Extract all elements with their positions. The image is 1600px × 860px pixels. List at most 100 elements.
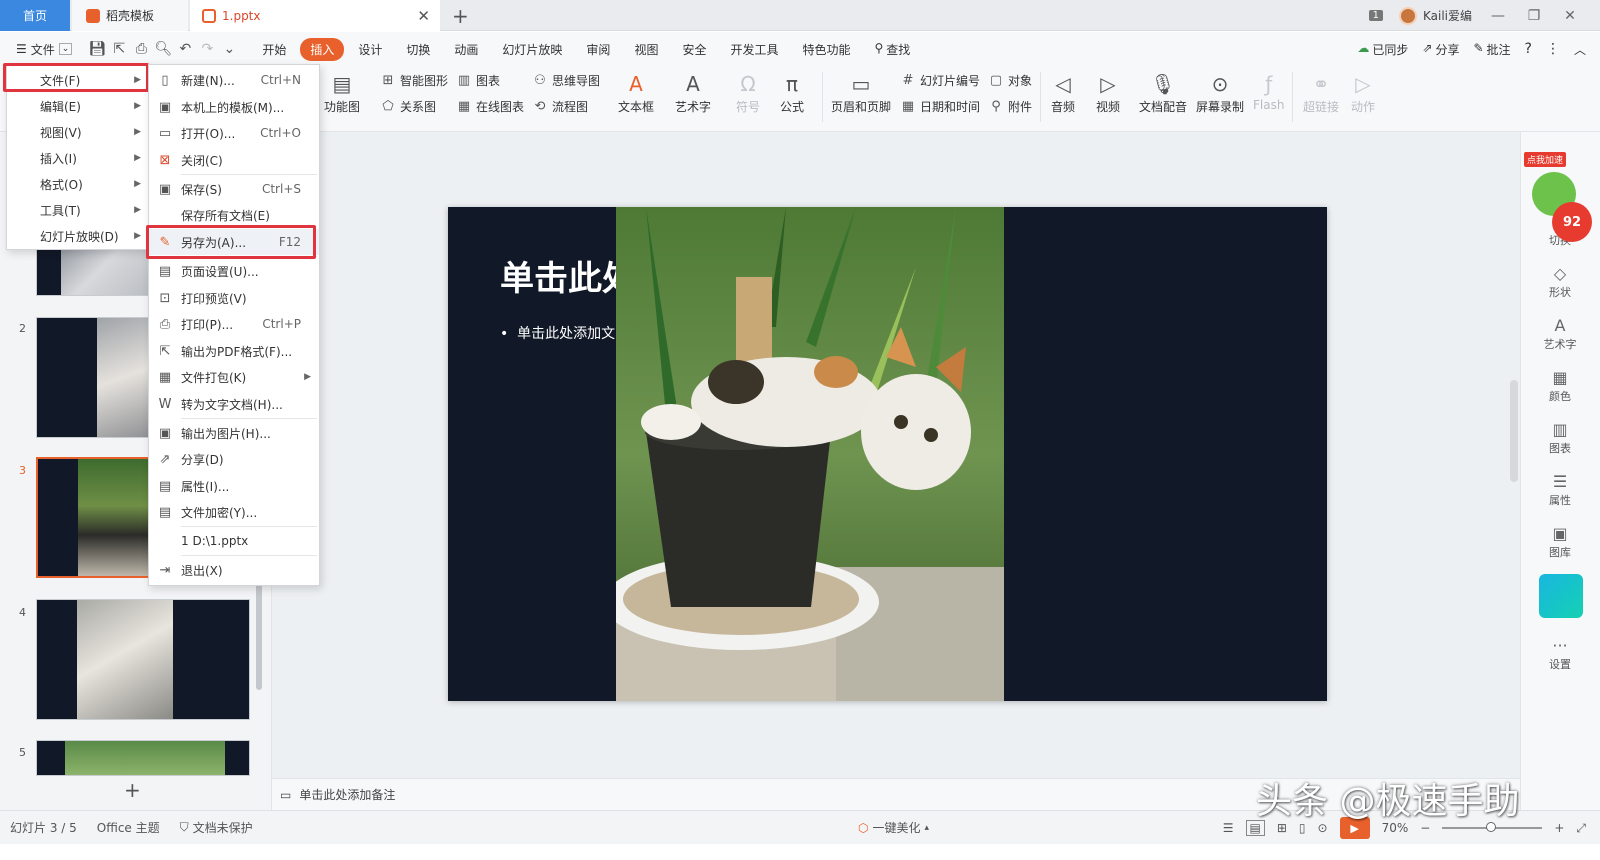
tab-start[interactable]: 开始 xyxy=(252,38,296,61)
menu-item-edit[interactable]: 编辑(E) ▶ xyxy=(7,93,149,119)
redo-icon[interactable]: ↷ xyxy=(196,41,218,57)
attachment-button[interactable]: ⚲ 附件 xyxy=(988,98,1032,115)
online-chart-button[interactable]: ▦ 在线图表 xyxy=(456,98,524,115)
restore-icon[interactable]: ❐ xyxy=(1524,8,1544,24)
thumbnail-scrollbar[interactable] xyxy=(256,580,262,690)
submenu-page-setup[interactable]: ▤ 页面设置(U)... xyxy=(149,258,319,284)
chart-button[interactable]: ▥ 图表 xyxy=(456,72,500,89)
submenu-local-template[interactable]: ▣ 本机上的模板(M)... xyxy=(149,94,319,120)
audio-button[interactable]: ◁ 音频 xyxy=(1049,70,1077,115)
submenu-export-image[interactable]: ▣ 输出为图片(H)... xyxy=(149,420,319,446)
comment-button[interactable]: ✎ 批注 xyxy=(1473,41,1510,58)
submenu-new[interactable]: ▯ 新建(N)... Ctrl+N xyxy=(149,67,319,93)
zoom-in-icon[interactable]: + xyxy=(1554,821,1564,835)
tab-transition[interactable]: 切换 xyxy=(396,38,440,61)
submenu-properties[interactable]: ▤ 属性(I)... xyxy=(149,473,319,499)
user-account[interactable]: Kaili爱编 xyxy=(1398,6,1472,25)
symbol-button[interactable]: Ω 符号 xyxy=(734,70,762,115)
menu-item-format[interactable]: 格式(O) ▶ xyxy=(7,171,149,197)
sidebar-item-chart[interactable]: ▥ 图表 xyxy=(1529,420,1591,456)
flowchart-button[interactable]: ⟲ 流程图 xyxy=(532,98,588,115)
sync-button[interactable]: ☁ 已同步 xyxy=(1357,41,1408,58)
tab-animation[interactable]: 动画 xyxy=(444,38,488,61)
minimize-icon[interactable]: — xyxy=(1488,8,1508,24)
textbox-button[interactable]: A 文本框 xyxy=(618,70,654,115)
tab-review[interactable]: 审阅 xyxy=(576,38,620,61)
share-button[interactable]: ⇗ 分享 xyxy=(1422,41,1459,58)
tab-docer-templates[interactable]: 稻壳模板 xyxy=(72,0,188,31)
close-tab-icon[interactable]: ✕ xyxy=(417,7,430,25)
tab-features[interactable]: 特色功能 xyxy=(792,38,860,61)
close-window-icon[interactable]: ✕ xyxy=(1560,8,1580,24)
submenu-encrypt[interactable]: ▤ 文件加密(Y)... xyxy=(149,499,319,525)
action-button[interactable]: ▷ 动作 xyxy=(1349,70,1377,115)
current-slide[interactable]: 单击此处 • 单击此处添加文 xyxy=(448,207,1327,701)
submenu-export-pdf[interactable]: ⇱ 输出为PDF格式(F)... xyxy=(149,338,319,364)
app-logo-icon[interactable] xyxy=(1539,574,1583,618)
smart-art-button[interactable]: ⊞ 智能图形 xyxy=(380,72,448,89)
tab-developer[interactable]: 开发工具 xyxy=(720,38,788,61)
submenu-open[interactable]: ▭ 打开(O)... Ctrl+O xyxy=(149,120,319,146)
search-button[interactable]: ⚲ 查找 xyxy=(865,38,921,61)
zoom-slider[interactable] xyxy=(1442,822,1543,832)
header-footer-button[interactable]: ▭ 页眉和页脚 xyxy=(831,70,891,115)
customize-icon[interactable]: ⌄ xyxy=(218,41,240,57)
beautify-button[interactable]: ⬡ 一键美化 ▴ xyxy=(848,819,939,836)
more-icon[interactable]: ⋮ xyxy=(1546,41,1560,57)
chevron-down-icon[interactable]: ⌄ xyxy=(58,43,73,55)
collapse-ribbon-icon[interactable]: ︿ xyxy=(1574,41,1586,58)
add-slide-icon[interactable]: + xyxy=(124,778,141,802)
submenu-print[interactable]: ⎙ 打印(P)... Ctrl+P xyxy=(149,311,319,337)
sidebar-item-shape[interactable]: ◇ 形状 xyxy=(1529,264,1591,300)
menu-item-insert[interactable]: 插入(I) ▶ xyxy=(7,145,149,171)
theme-name[interactable]: Office 主题 xyxy=(87,819,170,836)
wordart-button[interactable]: A 艺术字 xyxy=(675,70,711,115)
sidebar-item-properties[interactable]: ☰ 属性 xyxy=(1529,472,1591,508)
submenu-print-preview[interactable]: ⊡ 打印预览(V) xyxy=(149,285,319,311)
submenu-recent-file[interactable]: 1 D:\1.pptx xyxy=(149,528,319,554)
submenu-pack[interactable]: ▦ 文件打包(K) ▶ xyxy=(149,364,319,390)
relation-button[interactable]: ⬠ 关系图 xyxy=(380,98,436,115)
submenu-share[interactable]: ⇗ 分享(D) xyxy=(149,446,319,472)
fit-window-icon[interactable]: ⤢ xyxy=(1576,821,1586,836)
help-icon[interactable]: ? xyxy=(1525,41,1532,57)
tab-view[interactable]: 视图 xyxy=(624,38,668,61)
mindmap-button[interactable]: ⚇ 思维导图 xyxy=(532,72,600,89)
kitten-in-flowerpot-photo[interactable] xyxy=(616,207,1004,701)
slide-thumbnail-4[interactable] xyxy=(36,599,250,720)
slide-bullet-placeholder[interactable]: • 单击此处添加文 xyxy=(500,323,615,343)
tab-home[interactable]: 首页 xyxy=(0,0,70,31)
screen-record-button[interactable]: ⊙ 屏幕录制 xyxy=(1196,70,1244,115)
window-count-badge[interactable]: 1 xyxy=(1368,10,1383,21)
export-icon[interactable]: ⇱ xyxy=(108,41,130,57)
flash-button[interactable]: ƒ Flash xyxy=(1253,70,1284,112)
sidebar-item-wordart[interactable]: A 艺术字 xyxy=(1529,316,1591,352)
video-button[interactable]: ▷ 视频 xyxy=(1094,70,1122,115)
submenu-close[interactable]: ⊠ 关闭(C) xyxy=(149,147,319,173)
submenu-exit[interactable]: ⇥ 退出(X) xyxy=(149,557,319,583)
slide-number-button[interactable]: # 幻灯片编号 xyxy=(900,72,980,89)
tab-security[interactable]: 安全 xyxy=(672,38,716,61)
object-button[interactable]: ▢ 对象 xyxy=(988,72,1032,89)
menu-item-slideshow[interactable]: 幻灯片放映(D) ▶ xyxy=(7,223,149,249)
formula-button[interactable]: π 公式 xyxy=(778,70,806,115)
doc-voice-button[interactable]: 🎙︎ 文档配音 xyxy=(1139,70,1187,115)
sidebar-item-settings[interactable]: ··· 设置 xyxy=(1529,636,1591,672)
tab-document[interactable]: 1.pptx ✕ xyxy=(190,0,440,31)
undo-icon[interactable]: ↶ xyxy=(174,41,196,57)
menu-item-view[interactable]: 视图(V) ▶ xyxy=(7,119,149,145)
print-preview-icon[interactable]: 🔍︎ xyxy=(152,41,174,57)
slide-thumbnail-5[interactable] xyxy=(36,740,250,776)
print-icon[interactable]: ⎙ xyxy=(130,41,152,57)
tab-insert[interactable]: 插入 xyxy=(300,37,345,61)
sidebar-item-gallery[interactable]: ▣ 图库 xyxy=(1529,524,1591,560)
notes-view-icon[interactable]: ☰ xyxy=(1223,821,1234,835)
document-protection[interactable]: ⛉ 文档未保护 xyxy=(170,819,263,836)
sidebar-item-color[interactable]: ▦ 颜色 xyxy=(1529,368,1591,404)
file-menu-button[interactable]: ☰ 文件 ⌄ xyxy=(10,41,78,58)
canvas-scrollbar[interactable] xyxy=(1510,380,1518,482)
submenu-to-text[interactable]: W 转为文字文档(H)... xyxy=(149,391,319,417)
save-icon[interactable]: 💾︎ xyxy=(86,41,108,57)
speed-up-badge[interactable]: 点我加速 92 xyxy=(1522,150,1600,250)
tab-slideshow[interactable]: 幻灯片放映 xyxy=(492,38,572,61)
